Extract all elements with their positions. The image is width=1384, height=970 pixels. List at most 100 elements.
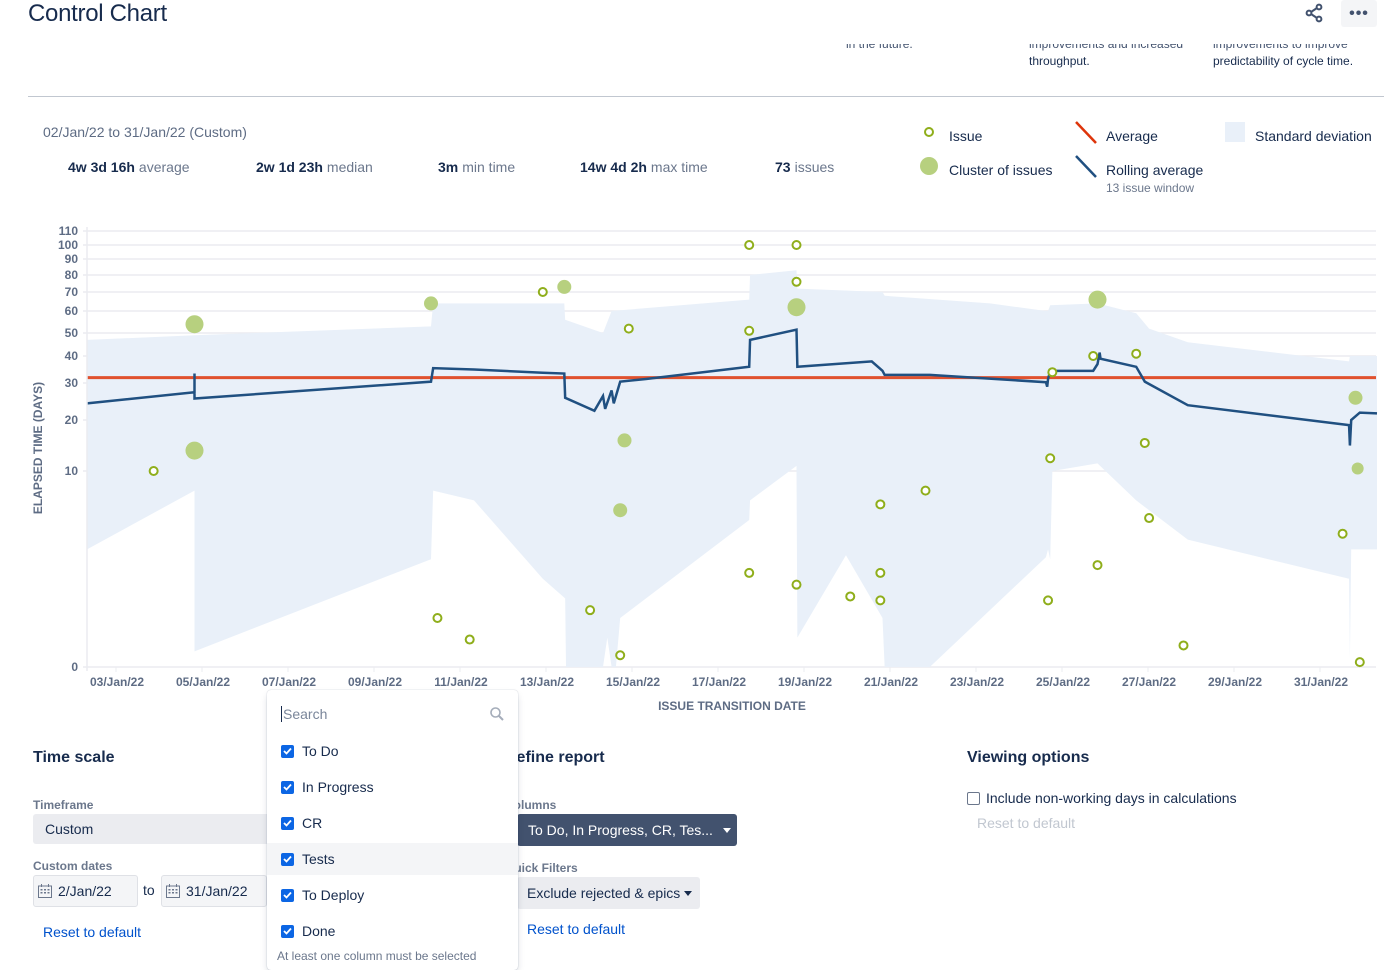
- check-icon: [283, 855, 292, 863]
- share-button[interactable]: [1300, 0, 1328, 26]
- quick-filters-value: Exclude rejected & epics: [527, 885, 681, 901]
- issue-point[interactable]: [1088, 351, 1099, 361]
- issue-point[interactable]: [744, 325, 755, 336]
- y-tick-label: 40: [65, 349, 79, 363]
- issue-point[interactable]: [875, 499, 886, 510]
- issue-point[interactable]: [791, 579, 802, 590]
- stat-average: 4w 3d 16h average: [68, 159, 190, 175]
- issue-point[interactable]: [585, 605, 596, 616]
- issue-point[interactable]: [464, 634, 475, 645]
- issue-cluster-point[interactable]: [1348, 390, 1363, 405]
- issue-point[interactable]: [845, 591, 856, 602]
- issue-point[interactable]: [744, 567, 755, 578]
- from-date-input[interactable]: 2/Jan/22: [33, 875, 138, 907]
- time-scale-title: Time scale: [33, 749, 115, 766]
- column-option[interactable]: In Progress: [267, 771, 518, 803]
- y-tick-label: 20: [65, 413, 79, 427]
- issue-point[interactable]: [791, 276, 802, 287]
- issue-cluster-point[interactable]: [557, 279, 572, 294]
- column-checkbox[interactable]: [281, 852, 294, 866]
- x-tick-label: 09/Jan/22: [348, 675, 402, 689]
- average-line-icon: [1075, 121, 1097, 144]
- issue-icon: [924, 127, 934, 137]
- issue-point[interactable]: [1139, 437, 1150, 448]
- x-tick-label: 11/Jan/22: [434, 675, 488, 689]
- column-option[interactable]: Tests: [267, 843, 518, 875]
- rolling-average-line-icon: [1075, 155, 1097, 178]
- calendar-icon: [38, 884, 52, 898]
- non-working-days-checkbox[interactable]: [967, 791, 980, 805]
- x-tick-label: 03/Jan/22: [90, 675, 144, 689]
- issue-point[interactable]: [623, 323, 634, 334]
- y-tick-label: 30: [65, 376, 79, 390]
- more-actions-button[interactable]: •••: [1341, 0, 1377, 27]
- date-range-to-label: to: [143, 882, 155, 898]
- issue-point[interactable]: [744, 240, 755, 250]
- timeframe-label: Timeframe: [33, 798, 94, 812]
- x-tick-label: 15/Jan/22: [606, 675, 660, 689]
- issue-point[interactable]: [875, 567, 886, 578]
- y-tick-label: 10: [65, 464, 79, 478]
- x-tick-label: 17/Jan/22: [692, 675, 746, 689]
- issue-cluster-point[interactable]: [185, 441, 204, 460]
- issue-point[interactable]: [1178, 640, 1189, 651]
- legend-issue-marker: [920, 127, 938, 175]
- issue-point[interactable]: [1144, 513, 1155, 524]
- issue-point[interactable]: [920, 485, 931, 496]
- issue-cluster-point[interactable]: [424, 296, 438, 311]
- issue-point[interactable]: [1354, 657, 1365, 668]
- y-tick-label: 70: [65, 285, 79, 299]
- issue-point[interactable]: [791, 240, 802, 250]
- column-checkbox[interactable]: [281, 780, 294, 794]
- stat-min-time: 3m min time: [438, 159, 516, 175]
- columns-select-value: To Do, In Progress, CR, Tes...: [528, 822, 713, 838]
- column-checkbox[interactable]: [281, 744, 294, 758]
- date-range-summary: 02/Jan/22 to 31/Jan/22 (Custom): [43, 124, 247, 140]
- columns-dropdown-note: At least one column must be selected: [277, 949, 477, 963]
- issue-point[interactable]: [1337, 528, 1348, 539]
- column-option-label: Tests: [302, 851, 335, 867]
- refine-reset-link[interactable]: Reset to default: [527, 921, 625, 937]
- issue-cluster-point[interactable]: [617, 433, 632, 448]
- issue-point[interactable]: [148, 466, 159, 476]
- x-axis-title: ISSUE TRANSITION DATE: [658, 699, 806, 713]
- issue-point[interactable]: [615, 650, 626, 661]
- column-option[interactable]: Done: [267, 915, 518, 947]
- columns-select[interactable]: To Do, In Progress, CR, Tes...: [517, 814, 737, 846]
- y-tick-label: 90: [65, 252, 79, 266]
- issue-cluster-point[interactable]: [185, 315, 204, 334]
- issue-cluster-point[interactable]: [1088, 290, 1107, 309]
- quick-filters-select[interactable]: Exclude rejected & epics: [517, 877, 701, 909]
- control-chart[interactable]: 0 10 20 30 40 50 60 70 80 90100110 03/Jan/22 05/Jan…: [0, 215, 1384, 725]
- non-working-days-option[interactable]: Include non-working days in calculations: [967, 790, 1237, 806]
- issue-point[interactable]: [1131, 348, 1142, 359]
- column-checkbox[interactable]: [281, 888, 294, 902]
- column-option[interactable]: CR: [267, 807, 518, 839]
- issue-point[interactable]: [1092, 560, 1103, 571]
- time-scale-reset-link[interactable]: Reset to default: [43, 924, 141, 940]
- issue-point[interactable]: [432, 613, 443, 623]
- column-checkbox[interactable]: [281, 816, 294, 830]
- column-checkbox[interactable]: [281, 924, 294, 938]
- x-tick-label: 07/Jan/22: [262, 675, 316, 689]
- y-tick-label: 0: [71, 660, 78, 674]
- issue-cluster-point[interactable]: [1351, 462, 1364, 475]
- issue-point[interactable]: [537, 287, 548, 297]
- issue-point[interactable]: [1047, 367, 1058, 378]
- issue-cluster-point[interactable]: [613, 503, 628, 518]
- issue-cluster-point[interactable]: [787, 298, 806, 317]
- columns-search-input[interactable]: Search: [281, 702, 507, 726]
- issue-point[interactable]: [1043, 595, 1054, 606]
- issue-point[interactable]: [875, 595, 886, 606]
- x-tick-label: 25/Jan/22: [1036, 675, 1090, 689]
- x-tick-label: 29/Jan/22: [1208, 675, 1262, 689]
- chevron-down-icon: [684, 890, 693, 896]
- y-tick-label: 80: [65, 268, 79, 282]
- to-date-input[interactable]: 31/Jan/22: [161, 875, 267, 907]
- stat-median: 2w 1d 23h median: [256, 159, 373, 175]
- column-option[interactable]: To Deploy: [267, 879, 518, 911]
- legend-line-markers: [1075, 121, 1097, 178]
- issue-point[interactable]: [1045, 453, 1056, 464]
- timeframe-select[interactable]: Custom: [33, 814, 273, 844]
- column-option[interactable]: To Do: [267, 735, 518, 767]
